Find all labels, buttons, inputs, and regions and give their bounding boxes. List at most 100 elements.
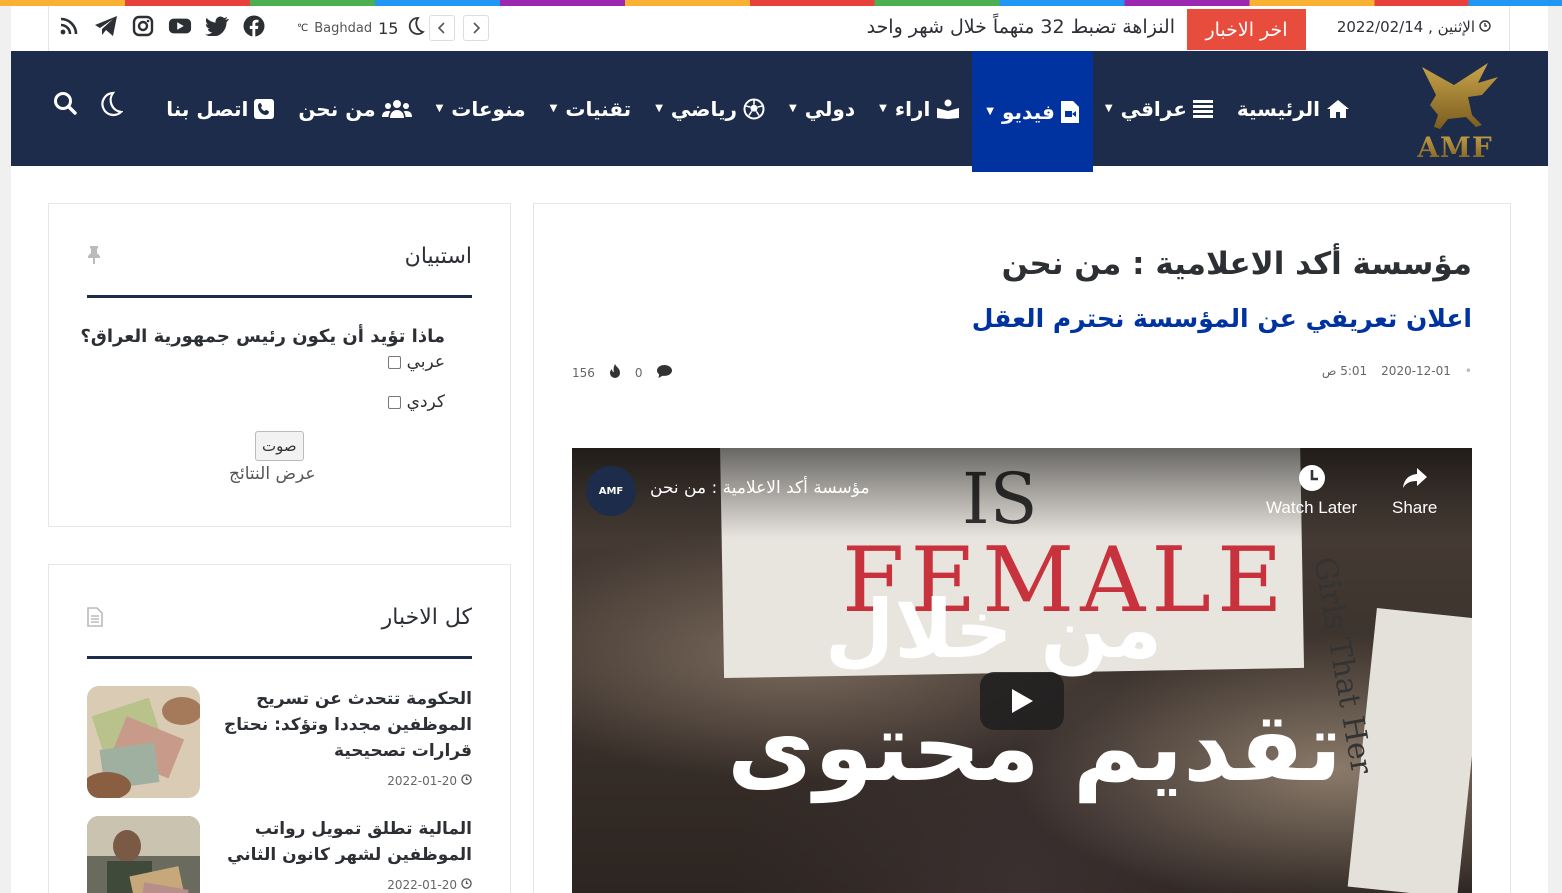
reader-icon [936,99,960,119]
views-count: 156 [572,365,595,380]
article-title: مؤسسة أكد الاعلامية : من نحن [1001,246,1472,282]
document-icon [87,607,103,631]
site-logo[interactable]: AMF [1402,55,1508,164]
watch-later-label: Watch Later [1266,498,1358,517]
poll-widget: استبيان ماذا تؤيد أن يكون رئيس جمهورية ا… [48,203,511,527]
channel-avatar[interactable]: AMF [586,466,636,516]
nav-item-sports[interactable]: رياضي ▼ [643,51,777,166]
poll-option-arab[interactable]: عربي [387,352,445,372]
comments-icon[interactable] [656,364,672,381]
article-time: 5:01 ص [1321,364,1368,378]
search-icon[interactable] [53,91,77,121]
article-meta: • 2020-12-01 5:01 ص [1322,364,1472,378]
caret-down-icon: ▼ [788,103,797,114]
view-results-link[interactable]: عرض النتائج [229,464,316,484]
breaking-news-ticker[interactable]: النزاهة تضبط 32 متهماً خلال شهر واحد [867,16,1175,38]
weather-unit: ℃ [297,22,309,34]
nav-item-video[interactable]: فيديو ▼ [972,51,1093,172]
watch-later-button[interactable]: Watch Later [1266,464,1357,518]
clock-icon [1298,465,1325,491]
nav-item-contact[interactable]: اتصل بنا [154,51,286,166]
nav-item-opinions[interactable]: اراء ▼ [867,51,972,166]
nav-item-label: منوعات [451,96,526,121]
ticker-controls [429,15,489,41]
news-title[interactable]: الحكومة تتحدث عن تسريح الموظفين مجددا وت… [217,686,472,764]
nav-item-international[interactable]: دولي ▼ [777,51,867,166]
phone-icon [254,98,275,119]
nav-item-label: اراء [894,96,931,121]
news-thumbnail[interactable] [87,686,200,798]
main-navigation: AMF الرئيسية عراقي ▼ فيديو ▼ اراء ▼ دولي… [11,51,1548,172]
share-arrow-icon [1402,468,1427,488]
svg-text:AMF: AMF [1416,131,1493,163]
youtube-icon[interactable] [168,14,192,38]
poll-question: ماذا تؤيد أن يكون رئيس جمهورية العراق؟ [80,326,445,347]
nav-item-label: اتصل بنا [166,96,249,121]
comments-count[interactable]: 0 [635,366,643,380]
nav-tools [53,91,124,121]
nav-item-label: عراقي [1120,96,1187,121]
current-date: الإثنين , 2022/02/14 [1337,18,1491,36]
list-icon [1192,99,1213,119]
clock-icon [1479,18,1491,36]
nav-item-label: فيديو [1002,99,1055,124]
widget-title: استبيان [404,244,472,269]
widget-title-underline [87,295,472,298]
moon-icon [404,15,426,41]
page: الإثنين , 2022/02/14 اخر الاخبار النزاهة… [11,6,1548,893]
news-date-text: 2022-01-20 [387,774,457,788]
nav-item-about[interactable]: من نحن [286,51,423,166]
social-links [57,14,266,38]
news-thumbnail[interactable] [87,816,200,893]
clock-icon [461,878,472,892]
poll-option-label: كردي [406,392,445,412]
news-list-item[interactable]: المالية تطلق تمويل رواتب الموظفين لشهر ك… [87,816,472,893]
nav-item-label: دولي [804,96,856,121]
news-title[interactable]: المالية تطلق تمويل رواتب الموظفين لشهر ك… [217,816,472,868]
poll-option-kurd[interactable]: كردي [387,392,445,412]
share-label: Share [1392,498,1438,517]
users-icon [381,99,412,119]
nav-item-iraqi[interactable]: عراقي ▼ [1093,51,1225,166]
twitter-icon[interactable] [205,14,229,38]
vote-button[interactable]: صوت [255,431,304,461]
nav-item-tech[interactable]: تقنيات ▼ [538,51,644,166]
embedded-video-player[interactable]: IS FEMALE Girls That Her AMF مؤسسة أكد ا… [572,448,1472,893]
caret-down-icon: ▼ [435,103,444,114]
nav-item-label: رياضي [670,96,737,121]
pin-icon [87,246,101,268]
rss-icon[interactable] [57,14,81,38]
top-bar: الإثنين , 2022/02/14 اخر الاخبار النزاهة… [48,6,1510,51]
home-icon [1326,99,1350,119]
chevron-left-icon [438,22,445,34]
telegram-icon[interactable] [94,14,118,38]
nav-item-misc[interactable]: منوعات ▼ [424,51,538,166]
news-date-text: 2022-01-20 [387,878,457,892]
caret-down-icon: ▼ [986,106,994,117]
nav-item-home[interactable]: الرئيسية [1225,51,1362,166]
play-icon [1012,689,1033,713]
clock-icon [461,774,472,788]
share-button[interactable]: Share [1392,464,1437,518]
ticker-next-button[interactable] [463,15,489,41]
meta-bullet: • [1464,364,1472,378]
weather-widget: ℃ Baghdad 15 [297,15,426,41]
chevron-right-icon [473,22,480,34]
video-title[interactable]: مؤسسة أكد الاعلامية : من نحن [650,478,870,498]
nav-item-label: من نحن [298,96,376,121]
breaking-news-label: اخر الاخبار [1187,9,1306,50]
facebook-icon[interactable] [242,14,266,38]
poll-option-checkbox[interactable] [387,355,401,369]
ticker-prev-button[interactable] [429,15,455,41]
nav-item-label: تقنيات [565,96,632,121]
news-list-item[interactable]: الحكومة تتحدث عن تسريح الموظفين مجددا وت… [87,686,472,798]
instagram-icon[interactable] [131,14,155,38]
poll-option-checkbox[interactable] [387,395,401,409]
dark-mode-toggle-icon[interactable] [97,91,124,121]
caret-down-icon: ▼ [655,103,663,114]
video-overlay-text-1: من خلال [824,583,1162,676]
play-button[interactable] [980,672,1064,730]
article-container: مؤسسة أكد الاعلامية : من نحن اعلان تعريف… [533,203,1511,893]
poll-option-label: عربي [406,352,445,372]
news-date: 2022-01-20 [387,878,472,892]
